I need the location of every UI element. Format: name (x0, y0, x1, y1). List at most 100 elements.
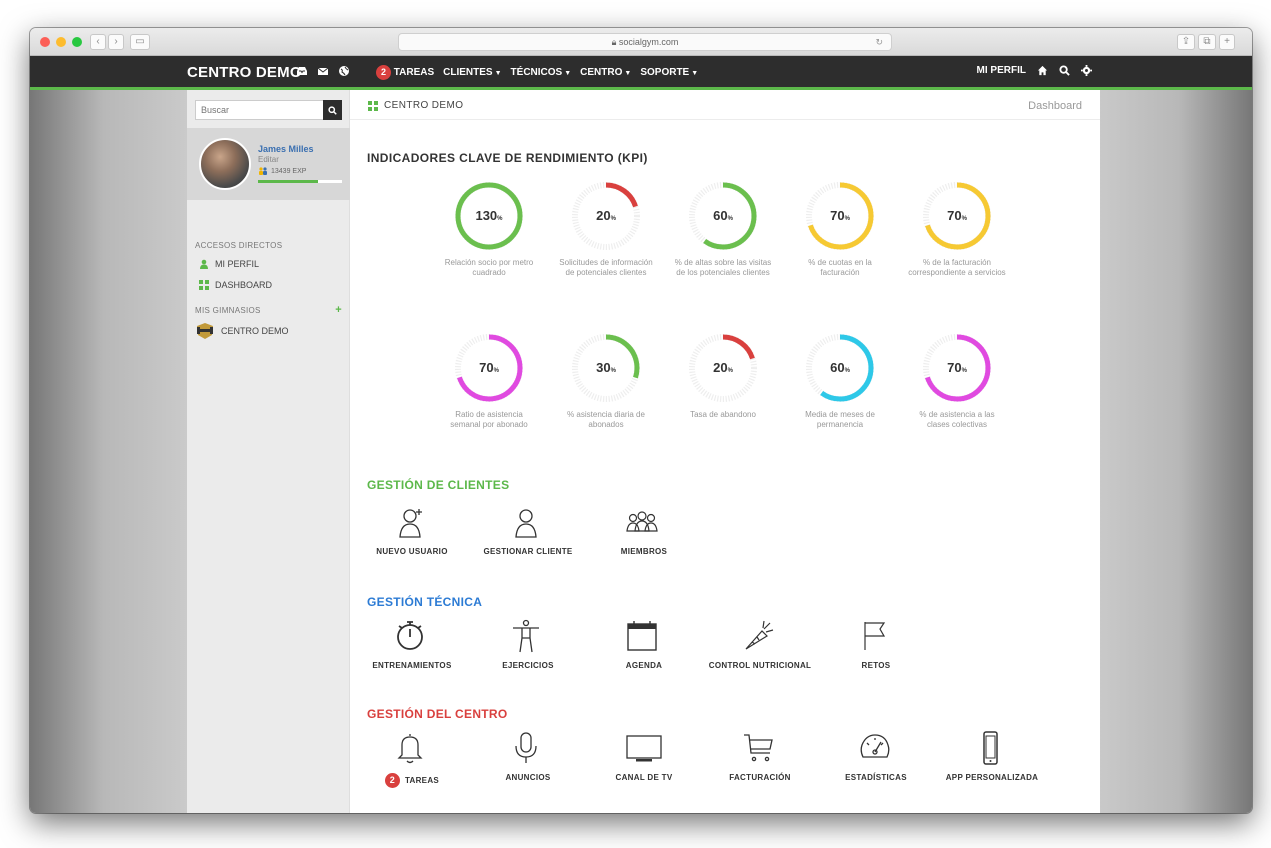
caret-down-icon: ▼ (624, 70, 632, 77)
menu-tareas[interactable]: 2 TAREAS (376, 65, 434, 80)
tool-anuncios[interactable]: ANUNCIOS (468, 731, 588, 782)
search-icon[interactable] (1059, 65, 1070, 76)
kpi-ring: 70% (923, 334, 991, 402)
new-tab-button[interactable]: + (1219, 34, 1235, 50)
mail-icon[interactable] (317, 65, 329, 77)
breadcrumb-dashboard-link[interactable]: Dashboard (1028, 100, 1082, 112)
reload-icon[interactable]: ↻ (875, 34, 883, 50)
tool-label: ESTADÍSTICAS (845, 773, 907, 782)
sidebar-toggle-button[interactable]: ▭ (130, 34, 150, 50)
edit-profile-link[interactable]: Editar (258, 155, 279, 164)
avatar[interactable] (199, 138, 251, 190)
tool-nuevo-usuario[interactable]: NUEVO USUARIO (352, 505, 472, 556)
tool-ejercicios[interactable]: EJERCICIOS (468, 619, 588, 670)
forward-button[interactable]: › (108, 34, 124, 50)
sidebar-search (195, 100, 342, 120)
dashboard-icon (368, 100, 378, 111)
menu-clientes[interactable]: CLIENTES ▼ (443, 67, 501, 78)
gyms-title: MIS GIMNASIOS + (195, 304, 342, 316)
menu-centro[interactable]: CENTRO ▼ (580, 67, 631, 78)
kpi-label: % de la facturación correspondiente a se… (908, 258, 1006, 277)
tool-tareas[interactable]: 2 TAREAS (352, 731, 472, 788)
kpi-card: 60% % de altas sobre las visitas de los p… (668, 180, 778, 278)
kpi-value: 70% (947, 360, 967, 375)
tool-facturación[interactable]: FACTURACIÓN (700, 731, 820, 782)
add-gym-icon[interactable]: + (335, 304, 342, 316)
exp-progress-fill (258, 180, 319, 183)
sidebar-item-dashboard[interactable]: DASHBOARD (199, 280, 272, 290)
section-title: GESTIÓN DE CLIENTES (367, 478, 510, 492)
caret-down-icon: ▼ (691, 70, 699, 77)
home-icon[interactable] (1037, 65, 1048, 76)
kpi-value: 60% (713, 208, 733, 223)
sidebar-item-centro-demo[interactable]: CENTRO DEMO (195, 323, 289, 339)
kpi-value: 20% (713, 360, 733, 375)
tool-agenda[interactable]: AGENDA (584, 619, 704, 670)
kpi-card: 70% % de la facturación correspondiente a… (902, 180, 1012, 278)
tool-label: ENTRENAMIENTOS (372, 661, 452, 670)
section-title: GESTIÓN DEL CENTRO (367, 707, 508, 721)
breadcrumb-title: CENTRO DEMO (368, 100, 463, 111)
brand-title[interactable]: CENTRO DEMO (187, 64, 302, 81)
kpi-value: 20% (596, 208, 616, 223)
kpi-label: Solicitudes de información de potenciale… (559, 258, 653, 277)
caret-down-icon: ▼ (494, 70, 502, 77)
back-button[interactable]: ‹ (90, 34, 106, 50)
menu-tecnicos[interactable]: TÉCNICOS ▼ (511, 67, 572, 78)
kpi-label: % de asistencia a las clases colectivas (919, 410, 995, 429)
caret-down-icon: ▼ (564, 70, 572, 77)
members-icon (626, 511, 658, 532)
tool-app-personalizada[interactable]: APP PERSONALIZADA (932, 731, 1052, 782)
tool-label: CONTROL NUTRICIONAL (708, 661, 812, 670)
carrot-icon (745, 620, 774, 650)
share-button[interactable]: ⇪ (1177, 34, 1195, 50)
add-user-icon (399, 509, 422, 538)
kpi-value: 70% (947, 208, 967, 223)
kpi-card: 130% Relación socio por metro cuadrado (434, 180, 544, 278)
kpi-label: Ratio de asistencia semanal por abonado (450, 410, 528, 429)
globe-icon[interactable] (338, 65, 350, 77)
kpi-card: 70% Ratio de asistencia semanal por abona… (434, 332, 544, 430)
kpi-ring: 60% (806, 334, 874, 402)
tool-label: FACTURACIÓN (729, 773, 791, 782)
breadcrumb: CENTRO DEMO Dashboard (350, 90, 1100, 120)
address-bar[interactable]: 🔒︎ socialgym.com ↻ (398, 33, 892, 51)
kpi-label: Tasa de abandono (690, 410, 756, 419)
shortcuts-title: ACCESOS DIRECTOS (195, 241, 283, 250)
right-nav: MI PERFIL (977, 65, 1092, 76)
sidebar-item-mi-perfil[interactable]: MI PERFIL (199, 259, 259, 269)
smartphone-icon (983, 731, 998, 765)
microphone-icon (515, 732, 537, 763)
tool-label: CANAL DE TV (615, 773, 673, 782)
gym-logo-icon (197, 323, 213, 339)
my-profile-link[interactable]: MI PERFIL (977, 65, 1026, 76)
tabs-button[interactable]: ⧉ (1198, 34, 1216, 50)
bell-icon (397, 734, 423, 764)
kpi-card: 30% % asistencia diaria de abonados (551, 332, 661, 430)
minimize-window-button[interactable] (56, 37, 66, 47)
tool-gestionar-cliente[interactable]: GESTIONAR CLIENTE (468, 505, 588, 556)
stopwatch-icon (397, 621, 423, 650)
inbox-icon[interactable] (296, 65, 308, 77)
tool-retos[interactable]: RETOS (816, 619, 936, 670)
menu-soporte[interactable]: SOPORTE ▼ (640, 67, 698, 78)
kpi-ring: 130% (455, 182, 523, 250)
kpi-value: 130% (475, 208, 503, 223)
tool-entrenamientos[interactable]: ENTRENAMIENTOS (352, 619, 472, 670)
tool-estadísticas[interactable]: ESTADÍSTICAS (816, 731, 936, 782)
tool-miembros[interactable]: MIEMBROS (584, 505, 704, 556)
tool-label: NUEVO USUARIO (376, 547, 448, 556)
tool-canal-de-tv[interactable]: CANAL DE TV (584, 731, 704, 782)
gear-icon[interactable] (1081, 65, 1092, 76)
kpi-value: 60% (830, 360, 850, 375)
user-name[interactable]: James Milles (258, 144, 314, 154)
kpi-card: 20% Tasa de abandono (668, 332, 778, 420)
kpi-value: 30% (596, 360, 616, 375)
kpi-ring: 70% (455, 334, 523, 402)
zoom-window-button[interactable] (72, 37, 82, 47)
gauge-icon (860, 734, 890, 758)
search-input[interactable] (195, 100, 323, 120)
search-button[interactable] (323, 100, 342, 120)
tool-control-nutricional[interactable]: CONTROL NUTRICIONAL (700, 619, 820, 670)
close-window-button[interactable] (40, 37, 50, 47)
